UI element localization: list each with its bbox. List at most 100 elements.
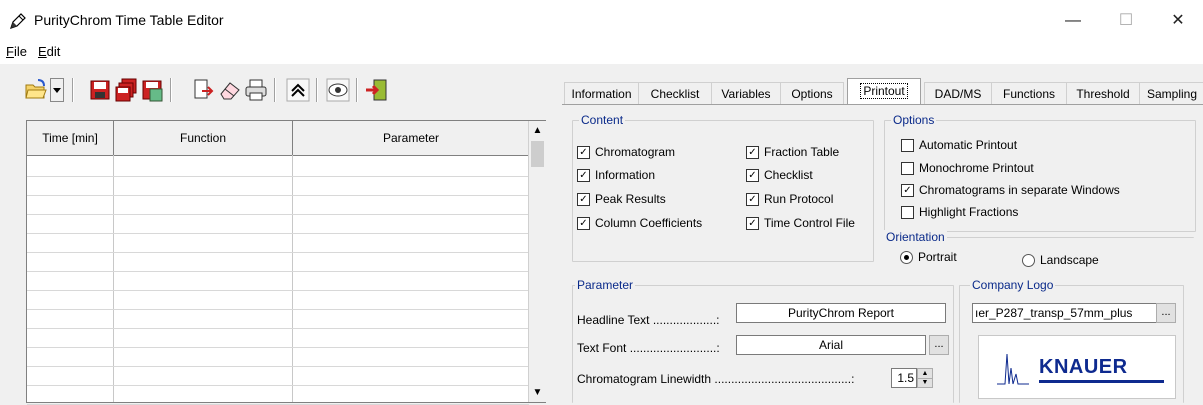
menu-edit[interactable]: Edit <box>38 44 60 59</box>
headline-text-label: Headline Text ...................: <box>577 313 720 327</box>
logo-path-input[interactable]: ıer_P287_transp_57mm_plus <box>972 303 1157 323</box>
table-row[interactable] <box>27 194 529 215</box>
close-button[interactable]: ✕ <box>1155 8 1201 36</box>
table-row[interactable] <box>27 346 529 367</box>
company-logo-label: Company Logo <box>970 278 1056 292</box>
table-row[interactable] <box>27 232 529 253</box>
menu-file-accel: F <box>6 44 14 59</box>
checkbox-label: Column Coefficients <box>595 216 703 230</box>
table-row[interactable] <box>27 327 529 348</box>
checkbox-box <box>901 162 914 175</box>
checkbox-box: ✓ <box>901 184 914 197</box>
tab-variables[interactable]: Variables <box>711 82 781 105</box>
table-row[interactable] <box>27 384 529 405</box>
tab-dad-ms[interactable]: DAD/MS <box>924 82 992 105</box>
scroll-up-icon[interactable]: ▲ <box>532 125 543 136</box>
orientation-label: Orientation <box>884 230 947 244</box>
checkbox-box: ✓ <box>746 193 759 206</box>
col-header-function[interactable]: Function <box>114 121 293 155</box>
open-folder-icon[interactable] <box>24 78 48 102</box>
checkbox-box: ✓ <box>577 193 590 206</box>
table-row[interactable] <box>27 270 529 291</box>
checkbox-label: Information <box>595 168 656 182</box>
tab-printout[interactable]: Printout <box>847 78 921 105</box>
tab-threshold[interactable]: Threshold <box>1066 82 1140 105</box>
menu-bar: File Edit <box>0 40 1203 65</box>
minimize-button[interactable]: — <box>1050 8 1096 36</box>
chromatogram-peaks-icon <box>997 353 1029 385</box>
toolbar-separator <box>274 78 276 102</box>
tab-functions[interactable]: Functions <box>991 82 1067 105</box>
preview-icon[interactable] <box>326 78 350 102</box>
maximize-button[interactable]: ☐ <box>1103 8 1149 36</box>
menu-file-label: ile <box>13 44 27 59</box>
table-row[interactable] <box>27 213 529 234</box>
tab-information[interactable]: Information <box>564 82 639 105</box>
checkbox-box: ✓ <box>746 217 759 230</box>
scroll-down-icon[interactable]: ▼ <box>532 387 543 398</box>
table-row[interactable] <box>27 365 529 386</box>
col-header-parameter[interactable]: Parameter <box>293 121 529 155</box>
vertical-scrollbar[interactable]: ▲ ▼ <box>528 121 546 402</box>
options-group: Options Automatic Printout Monochrome Pr… <box>884 113 1196 232</box>
table-row[interactable] <box>27 251 529 272</box>
printout-panel: Content ✓ Chromatogram ✓ Information ✓ Peak… <box>562 104 1203 403</box>
col-header-time[interactable]: Time [min] <box>27 121 114 155</box>
headline-text-input[interactable]: PurityChrom Report <box>736 303 946 323</box>
text-font-label: Text Font ..........................: <box>577 341 720 355</box>
tab-options[interactable]: Options <box>780 82 844 105</box>
table-row[interactable] <box>27 156 529 177</box>
linewidth-spinner[interactable]: ▲ ▼ <box>917 368 933 388</box>
checkbox-label: Highlight Fractions <box>919 205 1019 219</box>
checkbox-label: Checklist <box>764 168 813 182</box>
menu-file[interactable]: File <box>6 44 27 59</box>
toolbar-separator <box>316 78 318 102</box>
text-font-input[interactable]: Arial <box>736 335 926 355</box>
radio-dot <box>1022 254 1035 267</box>
tab-checklist[interactable]: Checklist <box>638 82 712 105</box>
save-as-icon[interactable] <box>140 78 164 102</box>
time-table-grid[interactable]: Time [min] Function Parameter ▲ ▼ <box>26 120 546 405</box>
dropdown-arrow-icon[interactable] <box>50 78 64 102</box>
checkbox-label: Chromatograms in separate Windows <box>919 183 1120 197</box>
company-logo-preview: KNAUER <box>978 335 1176 399</box>
checkbox-box <box>901 139 914 152</box>
font-browse-button[interactable]: ... <box>929 335 949 355</box>
tab-sampling[interactable]: Sampling <box>1139 82 1203 105</box>
exit-icon[interactable] <box>364 78 388 102</box>
radio-label: Landscape <box>1040 253 1099 267</box>
toolbar <box>0 64 560 110</box>
scroll-thumb[interactable] <box>531 141 544 167</box>
save-icon[interactable] <box>88 78 112 102</box>
checkbox-label: Automatic Printout <box>919 138 1018 152</box>
print-icon[interactable] <box>244 78 268 102</box>
linewidth-label: Chromatogram Linewidth .................… <box>577 372 855 386</box>
linewidth-input[interactable]: 1.5 <box>891 368 917 388</box>
checkbox-label: Time Control File <box>764 216 855 230</box>
checkbox-box: ✓ <box>746 169 759 182</box>
table-header: Time [min] Function Parameter <box>27 121 529 156</box>
tab-printout-label: Printout <box>860 83 908 99</box>
import-icon[interactable] <box>192 78 216 102</box>
table-row[interactable] <box>27 308 529 329</box>
erase-icon[interactable] <box>218 78 242 102</box>
move-up-icon[interactable] <box>286 78 310 102</box>
table-row[interactable] <box>27 175 529 196</box>
checkbox-label: Peak Results <box>595 192 666 206</box>
content-group-label: Content <box>579 113 626 127</box>
logo-underline <box>1039 380 1164 383</box>
content-group: Content ✓ Chromatogram ✓ Information ✓ Peak… <box>572 113 874 262</box>
radio-dot <box>900 251 913 264</box>
checkbox-label: Monochrome Printout <box>919 161 1034 175</box>
spin-down-icon[interactable]: ▼ <box>918 378 932 387</box>
toolbar-separator <box>170 78 172 102</box>
checkbox-label: Run Protocol <box>764 192 834 206</box>
orientation-group: Orientation Portrait Landscape <box>884 230 1194 274</box>
logo-brand-text: KNAUER <box>1039 356 1128 378</box>
menu-edit-label: dit <box>46 44 61 59</box>
save-all-icon[interactable] <box>114 78 138 102</box>
logo-browse-button[interactable]: ... <box>1156 303 1176 323</box>
table-row[interactable] <box>27 289 529 310</box>
menu-edit-accel: E <box>38 44 47 59</box>
parameter-group-label: Parameter <box>575 278 636 292</box>
